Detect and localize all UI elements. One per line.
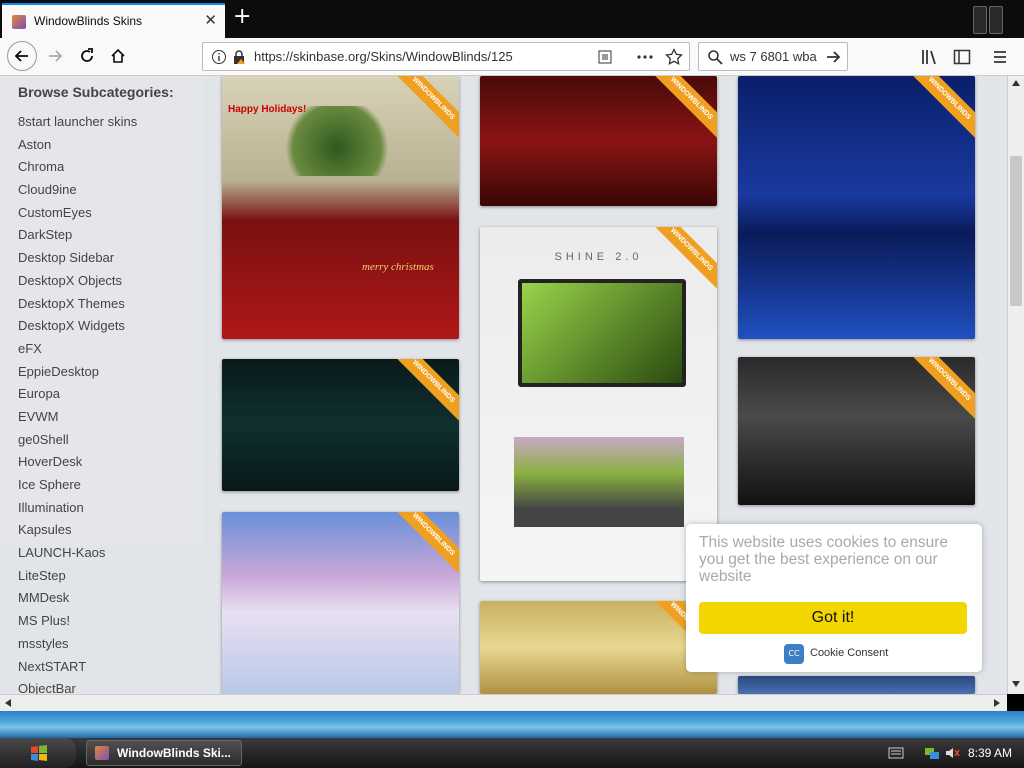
home-icon[interactable] xyxy=(104,42,132,70)
reader-icon[interactable] xyxy=(597,49,613,65)
scroll-right-icon[interactable] xyxy=(993,698,1001,708)
tab-title: WindowBlinds Skins xyxy=(34,14,143,28)
cookie-consent-link[interactable]: Cookie Consent xyxy=(810,647,888,659)
search-bar[interactable]: ws 7 6801 wba xyxy=(698,42,848,71)
sidebar-item[interactable]: Chroma xyxy=(18,159,137,182)
windowblinds-ribbon: WINDOWBLINDS xyxy=(392,76,459,140)
more-icon[interactable] xyxy=(636,49,654,65)
sidebar-icon[interactable] xyxy=(953,48,971,66)
taskbar-item-windowblinds[interactable]: WindowBlinds Ski... xyxy=(86,740,242,766)
windowblinds-ribbon: WINDOWBLINDS xyxy=(392,359,459,423)
restore-button[interactable] xyxy=(989,6,1003,34)
library-icon[interactable] xyxy=(921,48,939,66)
start-button[interactable] xyxy=(0,738,76,768)
info-icon[interactable] xyxy=(211,49,227,65)
sidebar-item[interactable]: Kapsules xyxy=(18,522,137,545)
skin-thumbnail[interactable]: WINDOWBLINDS xyxy=(738,76,975,339)
url-bar[interactable]: https://skinbase.org/Skins/WindowBlinds/… xyxy=(202,42,690,71)
favicon-icon xyxy=(95,746,109,760)
vertical-scrollbar[interactable] xyxy=(1007,76,1024,694)
monitor-preview xyxy=(518,279,686,387)
arrow-right-icon[interactable] xyxy=(825,49,841,65)
volume-icon[interactable] xyxy=(944,745,960,761)
sidebar-item[interactable]: Illumination xyxy=(18,500,137,523)
sidebar-item[interactable]: DesktopX Objects xyxy=(18,273,137,296)
skin-thumbnail[interactable]: WINDOWBLINDS xyxy=(480,601,717,694)
sidebar-item[interactable]: eFX xyxy=(18,341,137,364)
close-tab-icon[interactable]: ✕ xyxy=(204,11,217,29)
cookie-consent-logo: CC xyxy=(784,644,804,664)
sidebar-item[interactable]: Aston xyxy=(18,137,137,160)
cookie-consent-dialog: This website uses cookies to ensure you … xyxy=(686,524,982,672)
new-tab-button[interactable]: + xyxy=(233,4,251,29)
keyboard-icon[interactable] xyxy=(888,746,904,760)
taskbar-item-label: WindowBlinds Ski... xyxy=(117,746,231,760)
taskbar: WindowBlinds Ski... 8:39 AM xyxy=(0,738,1024,768)
subcategory-sidebar: Browse Subcategories: 8start launcher sk… xyxy=(0,76,203,694)
url-text[interactable]: https://skinbase.org/Skins/WindowBlinds/… xyxy=(254,49,513,64)
browser-titlebar: WindowBlinds Skins ✕ + xyxy=(0,0,1024,38)
windows-logo-icon xyxy=(31,745,47,761)
horizontal-scrollbar[interactable] xyxy=(0,694,1007,711)
windowblinds-ribbon: WINDOWBLINDS xyxy=(650,76,717,140)
favicon-icon xyxy=(12,15,26,29)
sidebar-item[interactable]: msstyles xyxy=(18,636,137,659)
sidebar-item[interactable]: EVWM xyxy=(18,409,137,432)
reload-icon[interactable] xyxy=(73,42,101,70)
sidebar-item[interactable]: MMDesk xyxy=(18,590,137,613)
windowblinds-ribbon: WINDOWBLINDS xyxy=(908,76,975,140)
network-icon[interactable] xyxy=(924,745,940,761)
sidebar-item[interactable]: Europa xyxy=(18,386,137,409)
sidebar-item[interactable]: Ice Sphere xyxy=(18,477,137,500)
clock[interactable]: 8:39 AM xyxy=(968,746,1012,760)
sidebar-item[interactable]: HoverDesk xyxy=(18,454,137,477)
forward-icon[interactable] xyxy=(41,42,69,70)
sidebar-item[interactable]: LAUNCH-Kaos xyxy=(18,545,137,568)
subcategory-list: 8start launcher skins Aston Chroma Cloud… xyxy=(18,114,137,694)
skin-thumbnail[interactable]: WINDOWBLINDS xyxy=(480,76,717,206)
skin-thumbnail[interactable]: Happy Holidays! merry christmas WINDOWBL… xyxy=(222,76,459,339)
scroll-up-icon[interactable] xyxy=(1011,79,1021,87)
minimize-button[interactable] xyxy=(973,6,987,34)
sidebar-item[interactable]: CustomEyes xyxy=(18,205,137,228)
desktop-wallpaper xyxy=(0,711,1024,738)
scroll-thumb[interactable] xyxy=(1010,156,1022,306)
skin-thumbnail[interactable]: SHINE 2.0 WINDOWBLINDS xyxy=(480,227,717,581)
skin-thumbnail[interactable]: WINDOWBLINDS xyxy=(222,359,459,491)
sidebar-item[interactable]: DarkStep xyxy=(18,227,137,250)
lock-icon[interactable] xyxy=(232,49,246,65)
scroll-left-icon[interactable] xyxy=(4,698,12,708)
menu-icon[interactable] xyxy=(992,48,1008,66)
sidebar-item[interactable]: Cloud9ine xyxy=(18,182,137,205)
windowblinds-ribbon: WINDOWBLINDS xyxy=(908,357,975,421)
sidebar-item[interactable]: EppieDesktop xyxy=(18,364,137,387)
cookie-message: This website uses cookies to ensure you … xyxy=(699,534,948,585)
skin-thumbnail[interactable] xyxy=(738,676,975,694)
skin-thumbnail[interactable]: WINDOWBLINDS xyxy=(738,357,975,505)
windowblinds-ribbon: WINDOWBLINDS xyxy=(392,512,459,576)
got-it-button[interactable]: Got it! xyxy=(699,602,967,634)
back-icon[interactable] xyxy=(7,41,37,71)
bookmark-icon[interactable] xyxy=(665,48,683,66)
search-input[interactable]: ws 7 6801 wba xyxy=(730,49,817,64)
sidebar-item[interactable]: ge0Shell xyxy=(18,432,137,455)
navigation-toolbar: https://skinbase.org/Skins/WindowBlinds/… xyxy=(0,38,1024,76)
skin-thumbnail[interactable]: WINDOWBLINDS xyxy=(222,512,459,694)
thumb-caption: merry christmas xyxy=(362,261,434,273)
search-icon xyxy=(708,50,723,65)
sidebar-item[interactable]: Desktop Sidebar xyxy=(18,250,137,273)
preview-grid xyxy=(514,437,684,527)
sidebar-item[interactable]: 8start launcher skins xyxy=(18,114,137,137)
scroll-down-icon[interactable] xyxy=(1011,680,1021,688)
sidebar-item[interactable]: MS Plus! xyxy=(18,613,137,636)
sidebar-item[interactable]: DesktopX Widgets xyxy=(18,318,137,341)
tab-windowblinds-skins[interactable]: WindowBlinds Skins ✕ xyxy=(2,3,225,38)
sidebar-item[interactable]: LiteStep xyxy=(18,568,137,591)
sidebar-item[interactable]: ObjectBar xyxy=(18,681,137,694)
ornament-decoration xyxy=(277,106,397,176)
sidebar-title: Browse Subcategories: xyxy=(18,84,174,100)
sidebar-item[interactable]: NextSTART xyxy=(18,659,137,682)
sidebar-item[interactable]: DesktopX Themes xyxy=(18,296,137,319)
